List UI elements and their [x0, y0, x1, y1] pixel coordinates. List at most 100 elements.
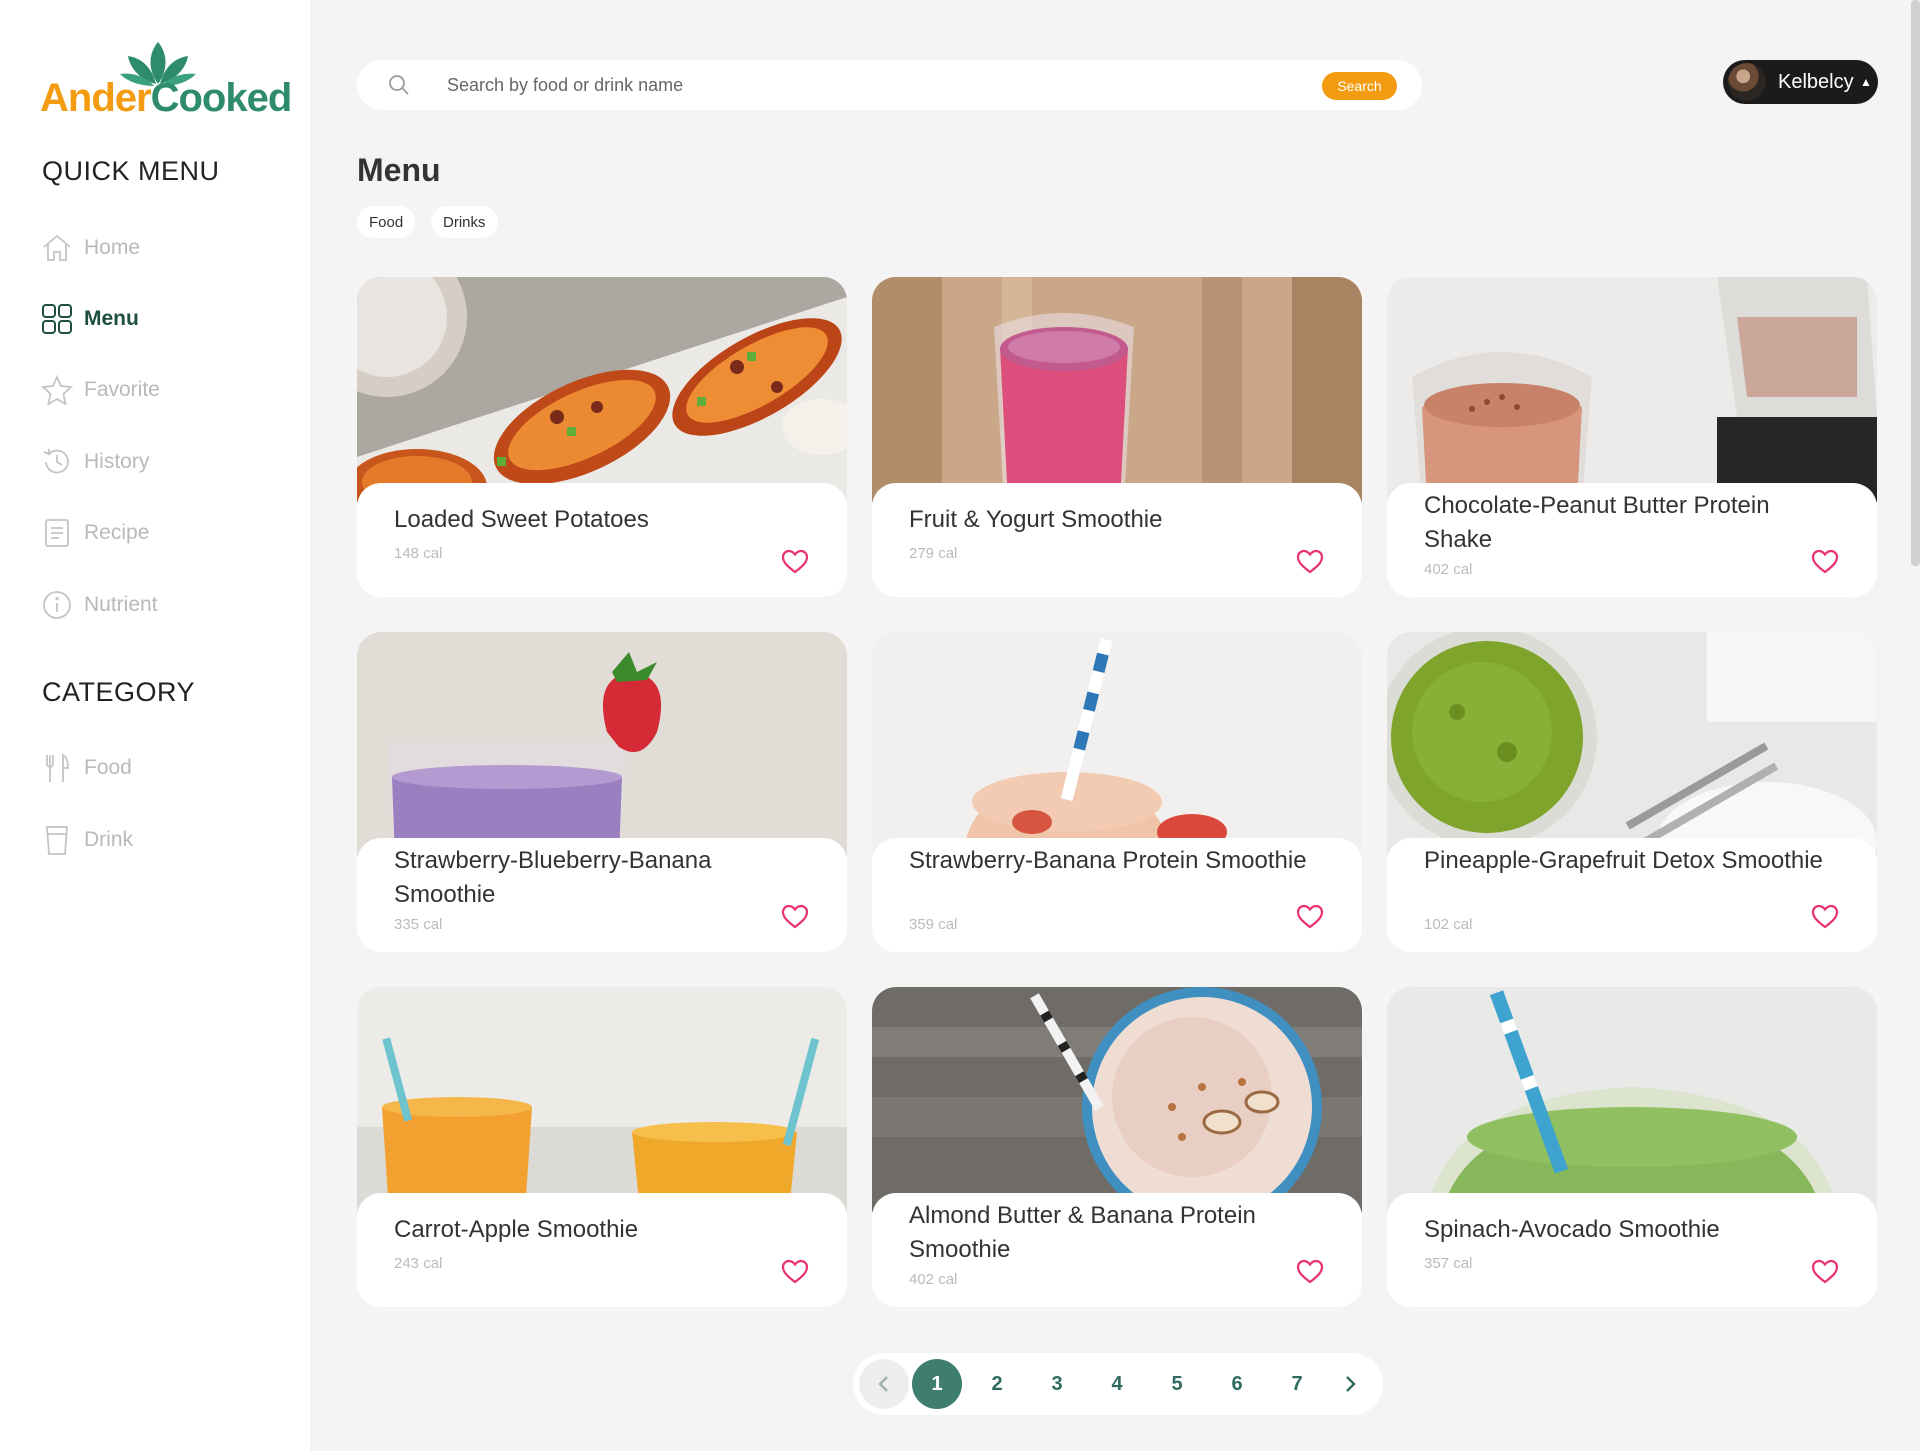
card-title: Carrot-Apple Smoothie — [394, 1216, 639, 1243]
card-calories: 148 cal — [394, 545, 443, 562]
card-calories: 102 cal — [1424, 916, 1473, 933]
heart-icon[interactable] — [1811, 549, 1839, 580]
heart-icon[interactable] — [1296, 549, 1324, 580]
card-body: Almond Butter & Banana Protein Smoothie … — [872, 1193, 1362, 1307]
fork-knife-icon — [40, 751, 74, 785]
card-body: Loaded Sweet Potatoes 148 cal — [357, 483, 847, 597]
food-photo — [1387, 277, 1877, 502]
nav-label-nutrient: Nutrient — [84, 593, 158, 616]
previous-page-button[interactable] — [859, 1359, 909, 1409]
heart-icon[interactable] — [1296, 904, 1324, 935]
card-body: Strawberry-Banana Protein Smoothie 359 c… — [872, 838, 1362, 952]
food-photo — [357, 632, 847, 857]
card-calories: 335 cal — [394, 916, 443, 933]
heart-icon[interactable] — [1811, 904, 1839, 935]
card-title: Pineapple-Grapefruit Detox Smoothie — [1424, 847, 1823, 874]
heart-icon[interactable] — [1811, 1259, 1839, 1290]
brand-name: AnderCooked — [40, 76, 292, 120]
page-title: Menu — [357, 152, 441, 188]
search-icon[interactable] — [387, 73, 411, 102]
quick-menu-title: QUICK MENU — [42, 156, 220, 186]
food-photo — [357, 987, 847, 1212]
food-photo — [872, 277, 1362, 502]
logo[interactable]: AnderCooked — [40, 40, 292, 120]
nav-item-recipe[interactable]: Recipe — [40, 511, 280, 555]
scrollbar[interactable] — [1911, 0, 1920, 566]
user-name: Kelbelcy — [1778, 70, 1854, 93]
card-body: Strawberry-Blueberry-Banana Smoothie 335… — [357, 838, 847, 952]
page-button-5[interactable]: 5 — [1152, 1359, 1202, 1409]
page-button-7[interactable]: 7 — [1272, 1359, 1322, 1409]
page-button-3[interactable]: 3 — [1032, 1359, 1082, 1409]
avatar — [1728, 63, 1766, 101]
food-photo — [1387, 632, 1877, 857]
next-page-button[interactable] — [1325, 1359, 1375, 1409]
nav-label-home: Home — [84, 236, 141, 259]
card-title: Chocolate-Peanut Butter Protein Shake — [1424, 492, 1770, 553]
search-bar: Search — [357, 60, 1422, 110]
heart-icon[interactable] — [781, 904, 809, 935]
menu-card[interactable]: Strawberry-Blueberry-Banana Smoothie 335… — [357, 632, 847, 952]
card-title: Loaded Sweet Potatoes — [394, 506, 649, 533]
menu-card[interactable]: Fruit & Yogurt Smoothie 279 cal — [872, 277, 1362, 597]
card-body: Chocolate-Peanut Butter Protein Shake 40… — [1387, 483, 1877, 597]
menu-card[interactable]: Strawberry-Banana Protein Smoothie 359 c… — [872, 632, 1362, 952]
card-body: Fruit & Yogurt Smoothie 279 cal — [872, 483, 1362, 597]
page-button-2[interactable]: 2 — [972, 1359, 1022, 1409]
heart-icon[interactable] — [1296, 1259, 1324, 1290]
nav-label-favorite: Favorite — [84, 378, 160, 401]
page-button-1[interactable]: 1 — [912, 1359, 962, 1409]
food-photo — [357, 277, 847, 502]
food-photo — [1387, 987, 1877, 1212]
category-title: CATEGORY — [42, 677, 196, 707]
nav-item-food[interactable]: Food — [40, 746, 280, 790]
cup-icon — [40, 823, 74, 857]
nav-item-history[interactable]: History — [40, 440, 280, 484]
menu-card[interactable]: Pineapple-Grapefruit Detox Smoothie 102 … — [1387, 632, 1877, 952]
card-title: Strawberry-Blueberry-Banana Smoothie — [394, 847, 712, 908]
nav-item-home[interactable]: Home — [40, 226, 280, 270]
search-input[interactable] — [447, 70, 1307, 100]
history-icon — [40, 445, 74, 479]
sidebar: AnderCooked QUICK MENU Home Menu Favorit… — [0, 0, 310, 1451]
menu-card[interactable]: Loaded Sweet Potatoes 148 cal — [357, 277, 847, 597]
food-photo — [872, 632, 1362, 857]
nav-item-favorite[interactable]: Favorite — [40, 368, 280, 412]
card-body: Carrot-Apple Smoothie 243 cal — [357, 1193, 847, 1307]
card-body: Pineapple-Grapefruit Detox Smoothie 102 … — [1387, 838, 1877, 952]
search-button[interactable]: Search — [1322, 72, 1397, 100]
card-calories: 402 cal — [909, 1271, 958, 1288]
nav-label-history: History — [84, 450, 150, 473]
card-calories: 243 cal — [394, 1255, 443, 1272]
card-calories: 279 cal — [909, 545, 958, 562]
caret-up-icon: ▲ — [1860, 75, 1872, 89]
menu-card[interactable]: Chocolate-Peanut Butter Protein Shake 40… — [1387, 277, 1877, 597]
info-icon — [40, 588, 74, 622]
filter-chip-food[interactable]: Food — [357, 206, 416, 238]
card-calories: 357 cal — [1424, 1255, 1473, 1272]
card-body: Spinach-Avocado Smoothie 357 cal — [1387, 1193, 1877, 1307]
card-calories: 402 cal — [1424, 561, 1473, 578]
menu-card[interactable]: Almond Butter & Banana Protein Smoothie … — [872, 987, 1362, 1307]
grid-icon — [40, 302, 74, 336]
nav-item-drink[interactable]: Drink — [40, 818, 280, 862]
card-title: Fruit & Yogurt Smoothie — [909, 506, 1163, 533]
filter-chip-drinks[interactable]: Drinks — [431, 206, 498, 238]
card-title: Strawberry-Banana Protein Smoothie — [909, 847, 1307, 874]
user-menu[interactable]: Kelbelcy ▲ — [1723, 60, 1878, 104]
pagination: 1 2 3 4 5 6 7 — [853, 1353, 1383, 1415]
nav-label-drink: Drink — [84, 828, 134, 851]
home-icon — [40, 231, 74, 265]
nav-label-menu: Menu — [84, 307, 139, 330]
page-button-4[interactable]: 4 — [1092, 1359, 1142, 1409]
heart-icon[interactable] — [781, 549, 809, 580]
nav-item-menu[interactable]: Menu — [40, 297, 280, 341]
nav-item-nutrient[interactable]: Nutrient — [40, 583, 280, 627]
nav-label-food: Food — [84, 756, 132, 779]
menu-card[interactable]: Carrot-Apple Smoothie 243 cal — [357, 987, 847, 1307]
menu-card[interactable]: Spinach-Avocado Smoothie 357 cal — [1387, 987, 1877, 1307]
document-icon — [40, 516, 74, 550]
page-button-6[interactable]: 6 — [1212, 1359, 1262, 1409]
card-title: Spinach-Avocado Smoothie — [1424, 1216, 1720, 1243]
heart-icon[interactable] — [781, 1259, 809, 1290]
